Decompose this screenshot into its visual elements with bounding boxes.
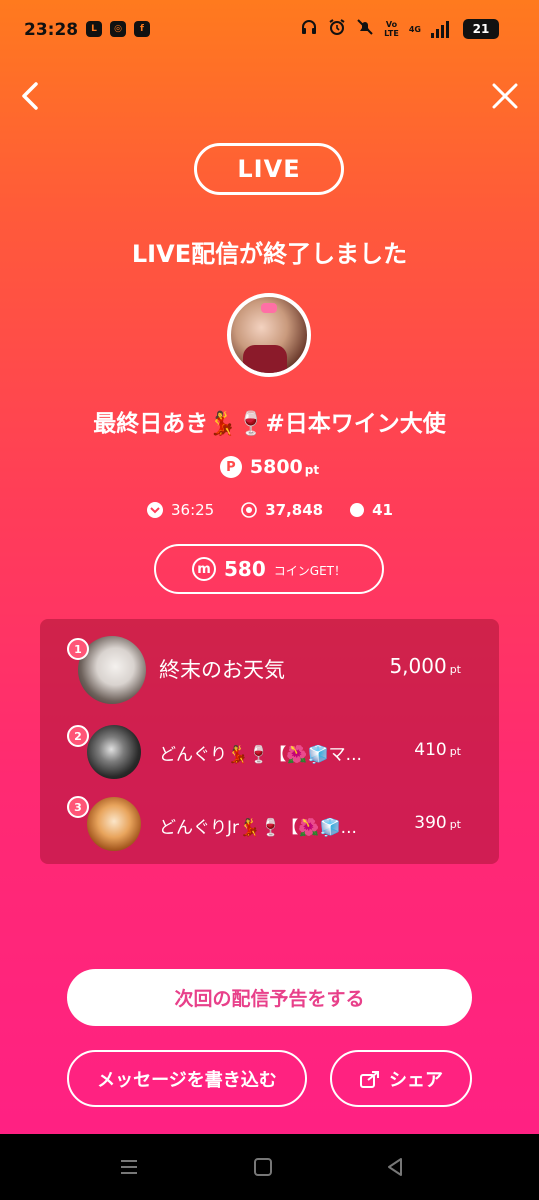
network-type: 4G: [408, 24, 421, 34]
comments-value: 41: [372, 501, 393, 519]
ranker-points: 5,000 pt: [389, 654, 461, 678]
instagram-app-icon: ◎: [110, 21, 126, 37]
menu-icon: [121, 1160, 137, 1174]
live-badge: LIVE: [194, 143, 344, 195]
share-icon: [360, 1070, 379, 1088]
clock-icon: [147, 502, 163, 518]
system-navigation-bar: [0, 1134, 539, 1200]
share-button[interactable]: シェア: [330, 1050, 472, 1107]
system-back-button[interactable]: [384, 1156, 406, 1178]
ranker-avatar[interactable]: [87, 725, 141, 779]
back-button[interactable]: [14, 78, 50, 114]
battery-indicator: 21: [463, 19, 499, 39]
home-icon: [254, 1158, 272, 1176]
chevron-left-icon: [22, 82, 38, 110]
ranker-name: 終末のお天気: [159, 658, 285, 682]
status-app-icons: L ◎ f: [86, 21, 150, 37]
ranking-row[interactable]: 2 どんぐり💃🍷【🌺🧊マ... 410 pt: [40, 717, 499, 787]
line-app-icon: L: [86, 21, 102, 37]
ranker-points: 410 pt: [414, 740, 461, 760]
stats-row: 36:25 37,848 41: [0, 501, 539, 519]
points-icon: P: [219, 456, 242, 478]
duration-stat: 36:25: [146, 501, 214, 519]
facebook-app-icon: f: [134, 21, 150, 37]
comment-icon: [350, 503, 365, 517]
recent-apps-button[interactable]: [118, 1156, 140, 1178]
streamer-avatar[interactable]: [227, 293, 311, 377]
coin-value: 580: [224, 557, 266, 581]
ranking-panel: 1 終末のお天気 5,000 pt 2 どんぐり💃🍷【🌺🧊マ... 410 pt 3…: [40, 619, 499, 864]
mute-icon: [356, 18, 374, 40]
coin-earned-pill: m 580 コインGET！: [154, 544, 384, 594]
rank-badge: 1: [67, 638, 89, 660]
volte-indicator: Vo LTE: [384, 20, 399, 38]
streamer-name: 最終日あき💃🍷#日本ワイン大使: [93, 411, 446, 437]
ranker-name: どんぐり💃🍷【🌺🧊マ...: [159, 745, 362, 765]
triangle-back-icon: [388, 1158, 402, 1176]
page-title: LIVE配信が終了しました: [131, 240, 408, 268]
ranker-points: 390 pt: [414, 813, 461, 833]
viewers-icon: [241, 502, 258, 518]
close-button[interactable]: [489, 80, 521, 112]
close-icon: [492, 83, 518, 109]
write-message-button[interactable]: メッセージを書き込む: [67, 1050, 307, 1107]
share-label: シェア: [389, 1069, 443, 1091]
alarm-icon: [328, 18, 346, 40]
schedule-next-live-button[interactable]: 次回の配信予告をする: [67, 969, 472, 1026]
home-button[interactable]: [252, 1156, 274, 1178]
status-bar: 23:28 L ◎ f Vo LTE 4G 21: [0, 0, 539, 62]
views-stat: 37,848: [240, 501, 323, 519]
ranker-name: どんぐりJr💃🍷【🌺🧊...: [159, 818, 357, 838]
rank-badge: 2: [67, 725, 89, 747]
coin-icon: m: [192, 557, 217, 581]
ranking-row[interactable]: 1 終末のお天気 5,000 pt: [40, 634, 499, 704]
signal-icon: [431, 20, 449, 38]
headphones-icon: [300, 18, 318, 40]
views-value: 37,848: [265, 501, 324, 519]
ranker-avatar[interactable]: [87, 797, 141, 851]
status-time: 23:28: [24, 20, 79, 40]
comments-stat: 41: [349, 501, 393, 519]
rank-badge: 3: [67, 796, 89, 818]
coin-label: コインGET！: [273, 564, 346, 578]
points-value: 5800: [249, 456, 303, 478]
ranking-row[interactable]: 3 どんぐりJr💃🍷【🌺🧊... 390 pt: [40, 790, 499, 860]
points-unit: pt: [304, 462, 320, 477]
duration-value: 36:25: [171, 501, 215, 519]
points-summary: P 5800 pt: [0, 456, 539, 478]
status-indicators: Vo LTE 4G: [300, 18, 449, 40]
